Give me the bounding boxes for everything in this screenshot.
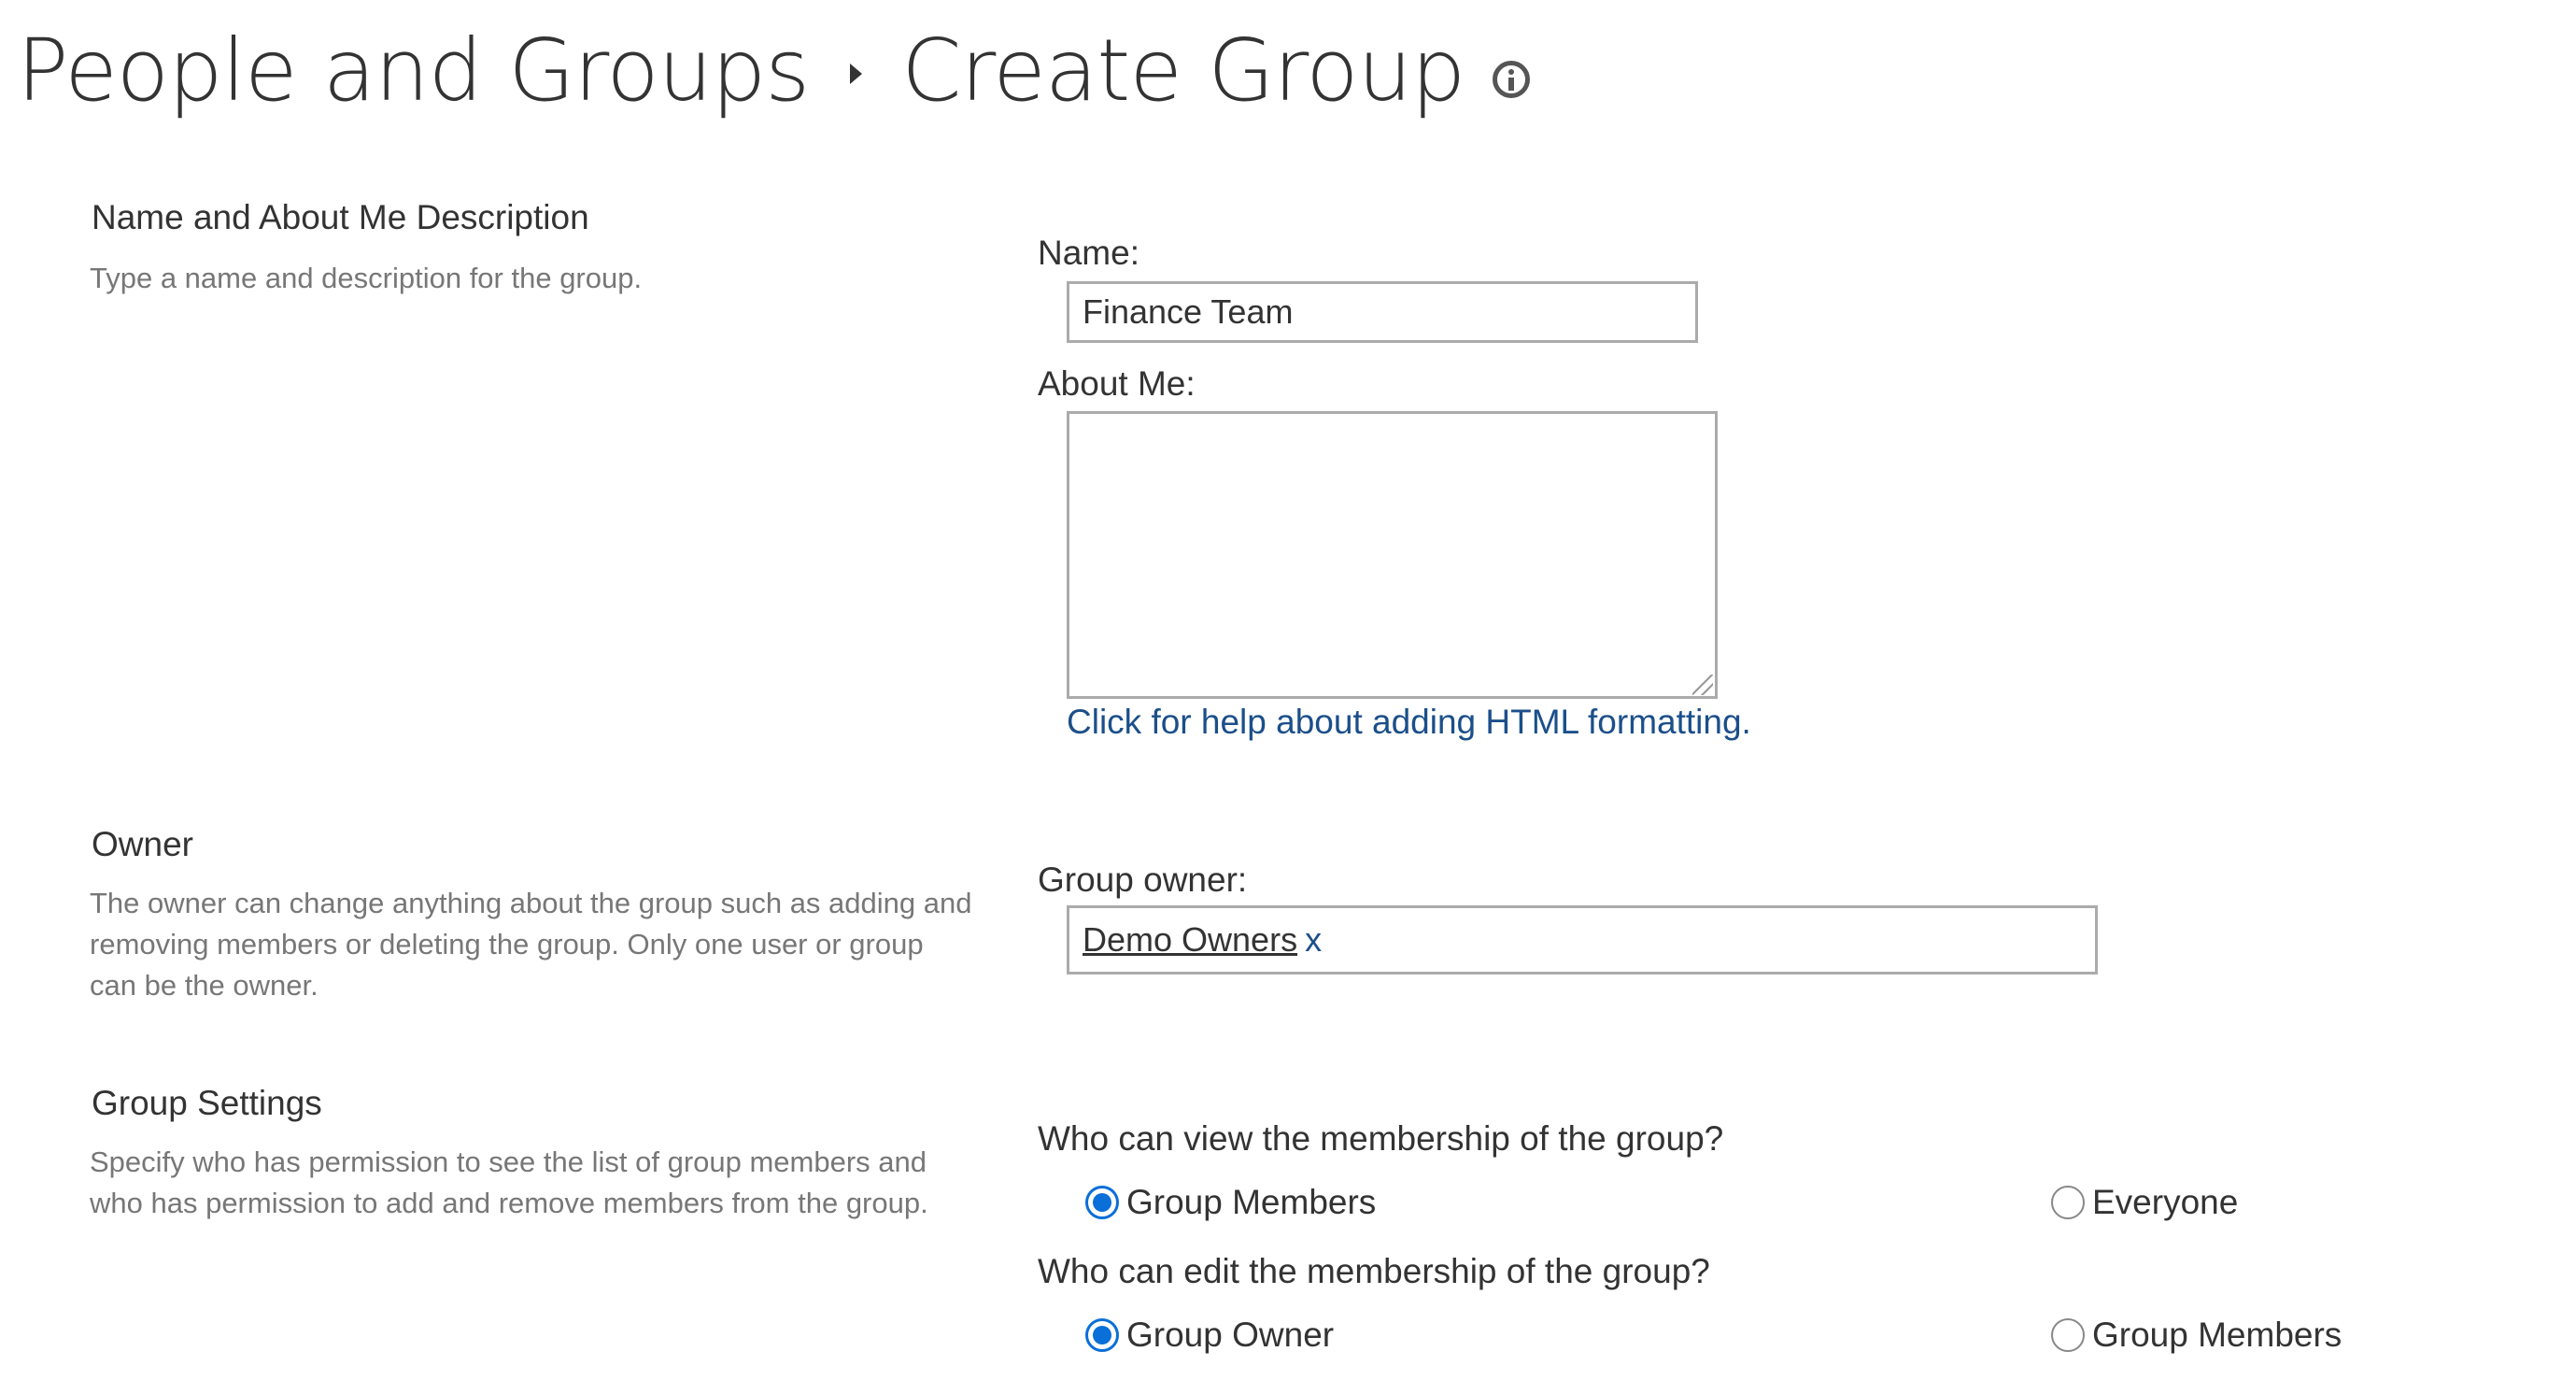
owner-entity[interactable]: Demo Owners (1083, 920, 1297, 960)
name-label: Name: (1038, 234, 1139, 272)
radio-label: Everyone (2092, 1183, 2239, 1221)
radio-unchecked-icon[interactable] (2051, 1318, 2085, 1352)
html-formatting-help-link[interactable]: Click for help about adding HTML formatt… (1067, 703, 1751, 742)
radio-label: Group Members (1126, 1183, 1377, 1221)
radio-checked-icon[interactable] (1085, 1186, 1119, 1219)
remove-owner-button[interactable]: x (1305, 920, 1322, 960)
section-desc-owner: The owner can change anything about the … (90, 887, 972, 1002)
section-title-owner: Owner (92, 825, 193, 863)
view-membership-question: Who can view the membership of the group… (1038, 1119, 1724, 1158)
view-option-everyone[interactable]: Everyone (2051, 1183, 2238, 1222)
info-icon[interactable] (1493, 61, 1531, 98)
radio-checked-icon[interactable] (1085, 1318, 1119, 1352)
breadcrumb-people-and-groups[interactable]: People and Groups (17, 21, 810, 121)
radio-label: Group Members (2092, 1316, 2342, 1354)
section-title-name: Name and About Me Description (92, 198, 589, 236)
group-owner-label: Group owner: (1038, 861, 1248, 899)
edit-option-group-owner[interactable]: Group Owner (1085, 1316, 1334, 1355)
about-me-label: About Me: (1038, 364, 1196, 403)
about-me-textarea[interactable] (1067, 411, 1718, 699)
section-desc-settings: Specify who has permission to see the li… (90, 1145, 928, 1219)
breadcrumb-create-group: Create Group (901, 20, 1465, 121)
view-option-group-members[interactable]: Group Members (1085, 1183, 1376, 1222)
radio-unchecked-icon[interactable] (2051, 1186, 2085, 1219)
edit-membership-question: Who can edit the membership of the group… (1038, 1252, 1710, 1290)
resize-grip-icon[interactable] (1692, 675, 1713, 695)
edit-option-group-members[interactable]: Group Members (2051, 1316, 2342, 1355)
radio-label: Group Owner (1126, 1316, 1335, 1354)
section-title-settings: Group Settings (92, 1084, 322, 1122)
section-desc-name: Type a name and description for the grou… (90, 262, 643, 294)
group-name-input[interactable] (1067, 281, 1698, 343)
breadcrumb-separator-icon (850, 64, 863, 84)
group-owner-picker[interactable]: Demo Owners x (1067, 905, 2098, 975)
page-title: People and Groups Create Group (17, 9, 1531, 131)
